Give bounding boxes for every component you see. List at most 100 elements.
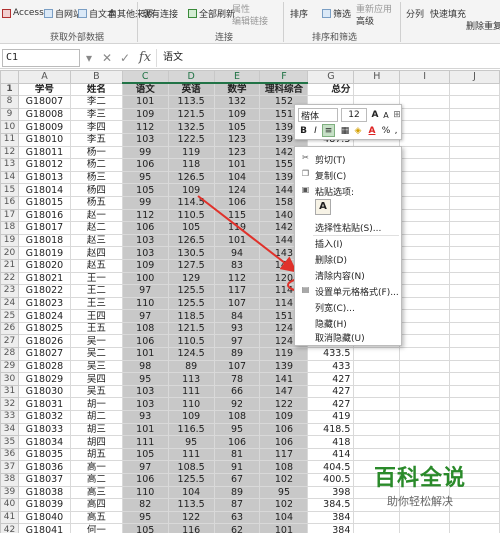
cell[interactable]: 384: [307, 523, 355, 533]
cell[interactable]: G18024: [17, 309, 71, 323]
row-header[interactable]: 36: [0, 447, 19, 462]
cell[interactable]: 89: [167, 359, 215, 374]
cell[interactable]: 108: [213, 410, 261, 424]
cell[interactable]: 414: [307, 447, 355, 462]
cell[interactable]: 李二: [69, 95, 123, 109]
column-header[interactable]: B: [69, 70, 123, 84]
cell[interactable]: 117: [259, 447, 309, 462]
cell[interactable]: [399, 284, 451, 298]
cell[interactable]: 赵四: [69, 246, 123, 260]
cell[interactable]: G18027: [17, 347, 71, 361]
cell[interactable]: [449, 410, 500, 424]
cell[interactable]: 王四: [69, 309, 123, 323]
cell[interactable]: [399, 246, 451, 260]
menu-item-paste-special[interactable]: 选择性粘贴(S)...: [315, 221, 381, 234]
cell[interactable]: [449, 158, 500, 172]
cell[interactable]: G18019: [17, 246, 71, 260]
format-painter-icon[interactable]: ⊞: [392, 108, 402, 122]
row-header[interactable]: 19: [0, 233, 19, 248]
flash-fill-button[interactable]: 快速填充: [430, 2, 466, 24]
cell[interactable]: 112: [121, 208, 169, 223]
cell[interactable]: 105: [167, 221, 215, 235]
column-header[interactable]: D: [167, 70, 215, 85]
cell[interactable]: G18034: [17, 435, 71, 449]
menu-item-copy[interactable]: 复制(C): [315, 169, 346, 182]
cell[interactable]: G18011: [17, 145, 71, 160]
cell[interactable]: [399, 372, 451, 386]
cell[interactable]: 赵二: [69, 221, 123, 235]
cell[interactable]: 119: [213, 221, 261, 235]
cell[interactable]: G18017: [17, 221, 71, 235]
cell[interactable]: G18012: [17, 158, 71, 172]
cell[interactable]: [399, 82, 451, 97]
cell[interactable]: 109: [167, 410, 215, 424]
cell[interactable]: 63: [213, 510, 261, 525]
cell[interactable]: G18033: [17, 422, 71, 437]
row-header[interactable]: 25: [0, 309, 19, 323]
cell[interactable]: 总分: [307, 82, 355, 97]
row-header[interactable]: 33: [0, 410, 19, 424]
row-header[interactable]: 40: [0, 498, 19, 512]
cell[interactable]: 125.5: [167, 473, 215, 487]
cell[interactable]: 106: [213, 435, 261, 449]
cell[interactable]: 118: [167, 158, 215, 172]
cell[interactable]: 姓名: [69, 82, 123, 97]
cell[interactable]: 98: [121, 359, 169, 374]
row-header[interactable]: 30: [0, 372, 19, 386]
cell[interactable]: 101: [121, 95, 169, 109]
cell[interactable]: 106: [259, 422, 309, 437]
cell[interactable]: 99: [121, 145, 169, 160]
cell[interactable]: [399, 422, 451, 437]
cell[interactable]: 93: [213, 321, 261, 336]
insert-function-icon[interactable]: fx: [134, 50, 156, 65]
row-header[interactable]: 8: [0, 95, 19, 109]
cell[interactable]: 108.5: [167, 460, 215, 474]
row-header[interactable]: 18: [0, 221, 19, 235]
cell[interactable]: 胡三: [69, 422, 123, 437]
cell[interactable]: 89: [213, 347, 261, 361]
refresh-all-button[interactable]: 全部刷新: [188, 2, 235, 24]
cell[interactable]: [449, 195, 500, 210]
cell[interactable]: G18038: [17, 485, 71, 500]
cell[interactable]: G18036: [17, 460, 71, 474]
cell[interactable]: [449, 246, 500, 260]
cell[interactable]: 115: [213, 208, 261, 223]
cell[interactable]: 100: [121, 271, 169, 286]
cell[interactable]: 李三: [69, 107, 123, 122]
cell[interactable]: 132.5: [167, 120, 215, 134]
cell[interactable]: 418: [307, 435, 355, 449]
cell[interactable]: [449, 296, 500, 311]
cell[interactable]: 胡二: [69, 410, 123, 424]
cell[interactable]: [399, 397, 451, 412]
cell[interactable]: [399, 271, 451, 286]
cell[interactable]: 105: [213, 120, 261, 134]
row-header[interactable]: 26: [0, 321, 19, 336]
cell[interactable]: 97: [121, 460, 169, 474]
cell[interactable]: [353, 347, 401, 361]
cell[interactable]: [353, 359, 401, 374]
cell[interactable]: 李五: [69, 132, 123, 147]
cell[interactable]: 110: [121, 485, 169, 500]
cell[interactable]: 122.5: [167, 132, 215, 147]
cell[interactable]: [449, 95, 500, 109]
row-header[interactable]: 24: [0, 296, 19, 311]
paste-icon[interactable]: A: [315, 199, 331, 215]
row-header[interactable]: 12: [0, 145, 19, 160]
cell[interactable]: [449, 510, 500, 525]
cell[interactable]: [449, 145, 500, 160]
row-header[interactable]: 35: [0, 435, 19, 449]
cell[interactable]: 杨二: [69, 158, 123, 172]
cell[interactable]: 105: [121, 447, 169, 462]
cell[interactable]: [449, 271, 500, 286]
cell[interactable]: G18015: [17, 195, 71, 210]
cell[interactable]: 99: [121, 195, 169, 210]
row-header[interactable]: 29: [0, 359, 19, 374]
cell[interactable]: 高一: [69, 460, 123, 474]
cell[interactable]: 104: [213, 170, 261, 185]
cell[interactable]: G18031: [17, 397, 71, 412]
cell[interactable]: [399, 523, 451, 533]
font-color-button[interactable]: A: [366, 124, 378, 137]
cell[interactable]: 95: [121, 170, 169, 185]
cell[interactable]: 吴四: [69, 372, 123, 386]
cell[interactable]: 113.5: [167, 95, 215, 109]
